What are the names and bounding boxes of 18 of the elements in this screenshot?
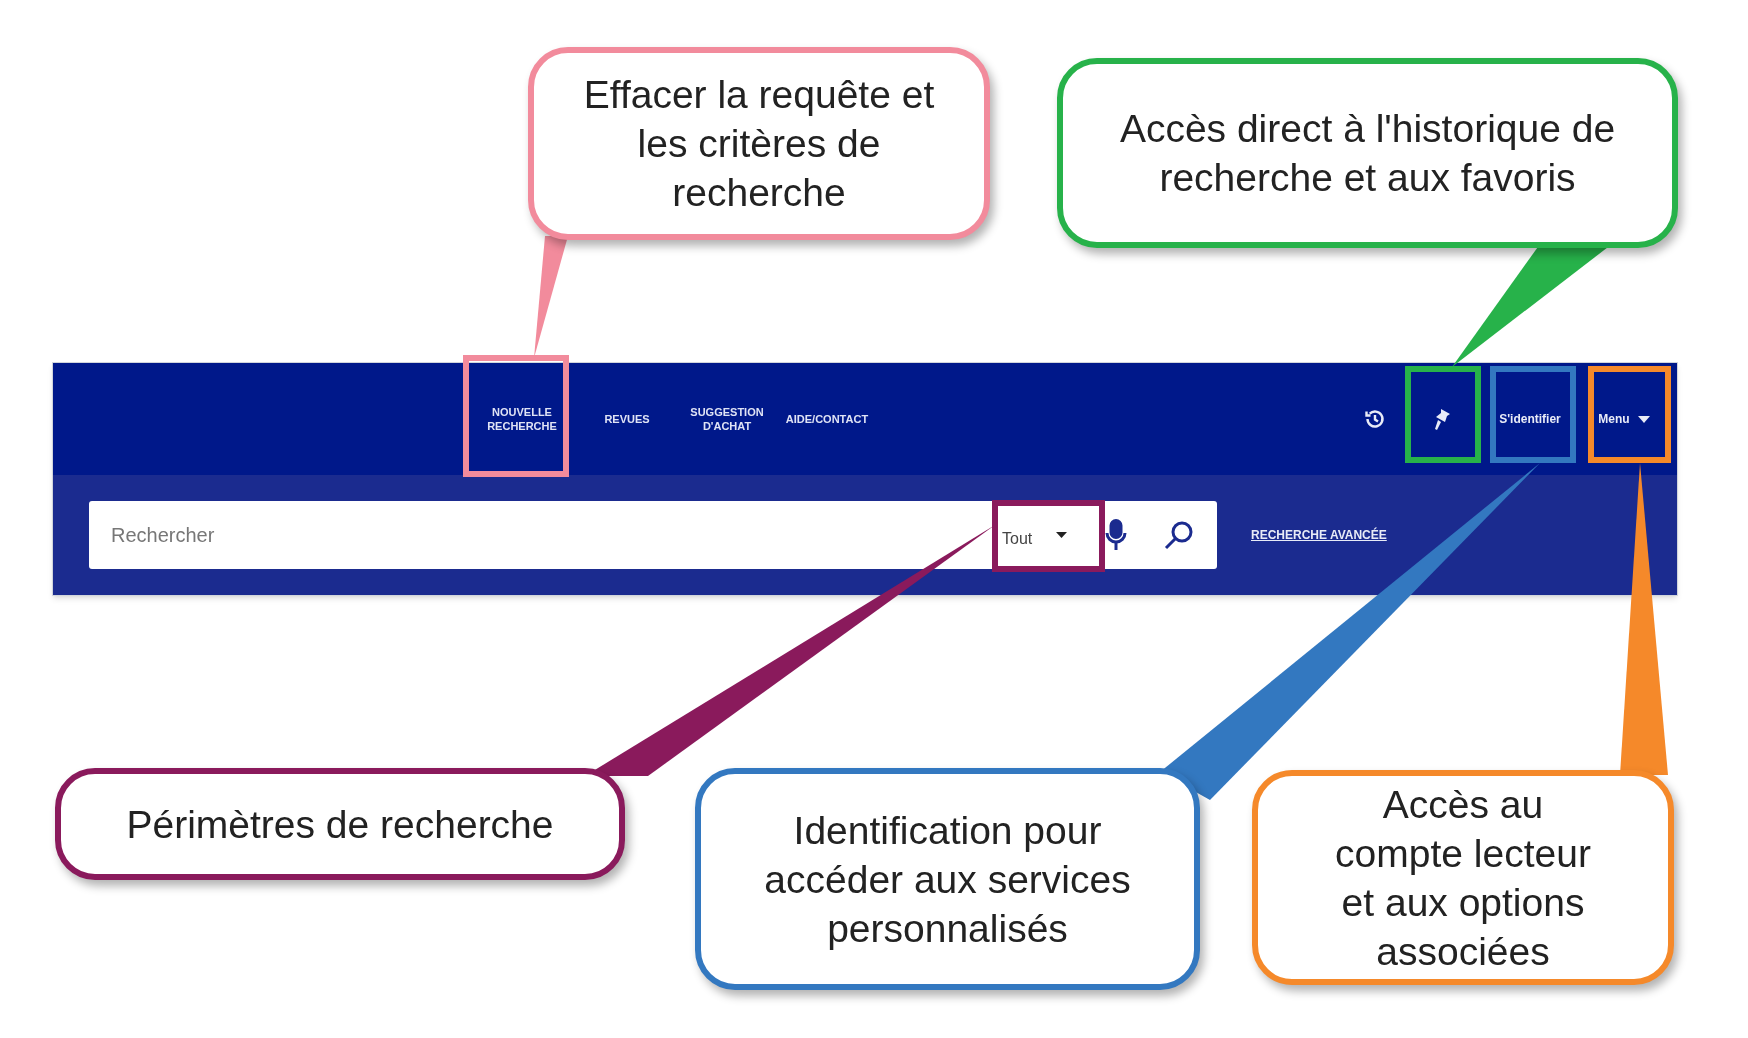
search-icon (1164, 520, 1194, 550)
callout: Accès direct à l'historique de recherche et aux favoris (1057, 58, 1678, 248)
callout: Identification pour accéder aux services personnalisés (695, 768, 1200, 990)
history-icon (1363, 407, 1387, 431)
nav-item[interactable]: AIDE/CONTACT (777, 363, 877, 475)
callout: Périmètres de recherche (55, 768, 625, 880)
search-field[interactable]: Rechercher (89, 501, 978, 569)
microphone-icon (1105, 519, 1127, 551)
login-button[interactable]: S'identifier (1481, 363, 1579, 475)
caret-icon (1637, 415, 1650, 423)
callout: Accès au compte lecteur et aux options associées (1252, 770, 1674, 985)
advanced-search-link[interactable]: RECHERCHE AVANCÉE (1251, 526, 1387, 544)
search-button[interactable] (1141, 501, 1217, 569)
nav-item[interactable]: NOUVELLE RECHERCHE (467, 363, 577, 475)
callout: Effacer la requête et les critères de recherche (528, 47, 990, 240)
caret-icon (1056, 532, 1067, 538)
nav-item[interactable]: REVUES (577, 363, 677, 475)
nav-item[interactable]: SUGGESTION D'ACHAT (677, 363, 777, 475)
